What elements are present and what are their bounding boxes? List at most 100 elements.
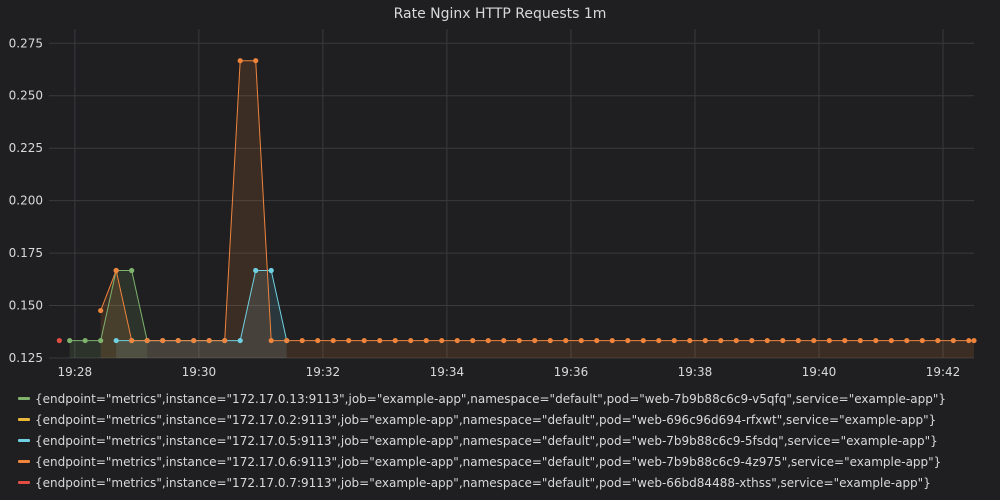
legend-label: {endpoint="metrics",instance="172.17.0.2… [35,412,937,427]
data-point [919,337,925,344]
data-point [718,337,724,344]
x-tick-label: 19:36 [554,365,589,379]
data-point [532,337,538,344]
data-point [966,337,972,344]
data-point [857,337,863,344]
data-point [971,337,977,344]
data-point [935,337,941,344]
data-point [268,337,274,344]
data-point [547,337,553,344]
data-point [702,337,708,344]
data-point [873,337,879,344]
data-point [408,337,414,344]
data-point [609,337,615,344]
legend-label: {endpoint="metrics",instance="172.17.0.7… [35,475,931,490]
y-axis-ticks: 0.125 0.150 0.175 0.200 0.225 0.250 0.275 [9,36,43,365]
legend-color-swatch [18,418,30,421]
data-point [56,337,62,344]
x-tick-label: 19:34 [430,365,465,379]
data-point [656,337,662,344]
legend-label: {endpoint="metrics",instance="172.17.0.5… [35,433,938,448]
data-point [826,337,832,344]
legend-item-5[interactable]: {endpoint="metrics",instance="172.17.0.7… [18,472,946,493]
data-point [82,337,88,344]
data-point [346,337,352,344]
data-point [687,337,693,344]
data-point [454,337,460,344]
data-point [780,337,786,344]
data-point [578,337,584,344]
legend-item-3[interactable]: {endpoint="metrics",instance="172.17.0.5… [18,430,946,451]
data-point [904,337,910,344]
data-point [361,337,367,344]
y-tick-label: 0.175 [9,246,43,260]
data-point [594,337,600,344]
legend-color-swatch [18,397,30,400]
y-tick-label: 0.125 [9,351,43,365]
data-point [129,337,135,344]
y-tick-label: 0.275 [9,36,43,50]
data-point [842,337,848,344]
data-point [253,267,259,274]
data-point [888,337,894,344]
data-point [501,337,507,344]
data-point [764,337,770,344]
y-tick-label: 0.250 [9,89,43,103]
data-point [423,337,429,344]
data-point [268,267,274,274]
data-point [222,337,228,344]
y-tick-label: 0.200 [9,194,43,208]
grid [49,29,974,359]
legend: {endpoint="metrics",instance="172.17.0.1… [18,388,946,493]
data-point [144,337,150,344]
data-point [749,337,755,344]
data-point [67,337,73,344]
data-point [516,337,522,344]
legend-item-4[interactable]: {endpoint="metrics",instance="172.17.0.6… [18,451,946,472]
data-point [175,337,181,344]
data-point [191,337,197,344]
data-point [237,58,243,64]
data-point [671,337,677,344]
legend-color-swatch [18,439,30,442]
data-point [392,337,398,344]
series-areas [69,60,975,358]
legend-item-1[interactable]: {endpoint="metrics",instance="172.17.0.1… [18,388,946,409]
data-point [439,337,445,344]
x-tick-label: 19:40 [802,365,837,379]
line-chart: 0.125 0.150 0.175 0.200 0.225 0.250 0.275 19:2… [9,29,977,379]
data-point [98,337,104,344]
legend-color-swatch [18,460,30,463]
data-point [330,337,336,344]
data-point [811,337,817,344]
x-tick-label: 19:30 [182,365,217,379]
data-point [237,337,243,344]
data-point [950,337,956,344]
x-tick-label: 19:38 [678,365,713,379]
data-point [253,58,259,64]
data-point [113,267,119,274]
data-point [113,337,119,344]
data-point [795,337,801,344]
data-point [640,337,646,344]
legend-label: {endpoint="metrics",instance="172.17.0.1… [35,391,946,406]
y-tick-label: 0.225 [9,141,43,155]
data-point [160,337,166,344]
x-axis-ticks: 19:28 19:30 19:32 19:34 19:36 19:38 19:40 19:42 [58,365,961,379]
data-point [299,337,305,344]
data-point [625,337,631,344]
legend-item-2[interactable]: {endpoint="metrics",instance="172.17.0.2… [18,409,946,430]
data-point [284,337,290,344]
data-point [563,337,569,344]
x-tick-label: 19:42 [926,365,961,379]
data-point [129,267,135,274]
legend-label: {endpoint="metrics",instance="172.17.0.6… [35,454,942,469]
x-tick-label: 19:28 [58,365,93,379]
data-point [377,337,383,344]
data-point [733,337,739,344]
legend-color-swatch [18,481,30,484]
data-point [206,337,212,344]
data-point [315,337,321,344]
data-point [98,307,104,314]
data-point [470,337,476,344]
